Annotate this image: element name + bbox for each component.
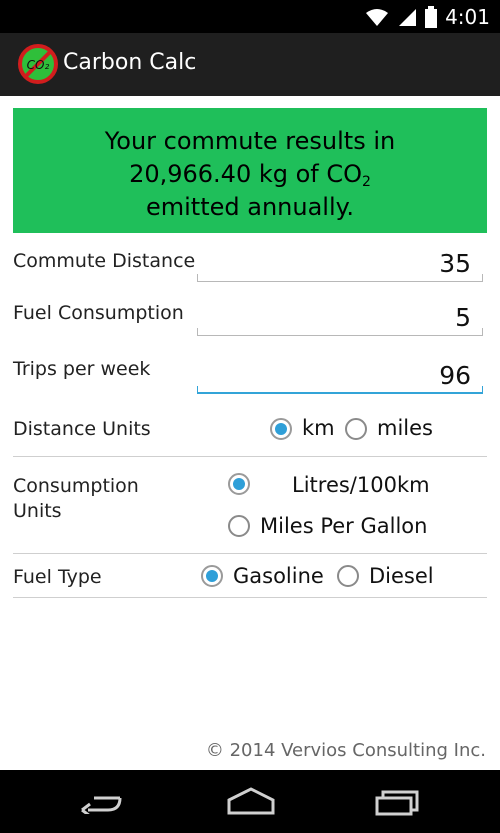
diesel-radio[interactable] (337, 565, 359, 587)
diesel-label[interactable]: Diesel (369, 564, 434, 588)
km-radio[interactable] (270, 418, 292, 440)
status-bar: 4:01 (0, 0, 500, 33)
miles-per-gallon-radio[interactable] (228, 515, 250, 537)
home-icon[interactable] (226, 786, 276, 816)
trips-per-week-underline (197, 386, 483, 394)
trips-per-week-label: Trips per week (13, 358, 151, 380)
battery-icon (425, 6, 438, 28)
fuel-type-label: Fuel Type (13, 566, 102, 588)
divider (13, 553, 487, 554)
fuel-consumption-field[interactable]: 5 (197, 302, 483, 336)
miles-label[interactable]: miles (377, 416, 433, 440)
trips-per-week-field[interactable]: 96 (197, 360, 483, 394)
app-title: Carbon Calc (63, 50, 197, 75)
consumption-units-label: Consumption Units (13, 475, 139, 522)
commute-distance-field[interactable]: 35 (197, 248, 483, 282)
gasoline-radio[interactable] (201, 565, 223, 587)
signal-icon (399, 9, 417, 26)
copyright-text: © 2014 Vervios Consulting Inc. (205, 740, 486, 761)
commute-distance-label: Commute Distance (13, 250, 196, 272)
gasoline-label[interactable]: Gasoline (233, 564, 324, 588)
result-line-1: Your commute results in (104, 127, 396, 155)
result-subscript: 2 (362, 174, 371, 190)
result-banner: Your commute results in 20,966.40 kg of … (13, 108, 487, 233)
divider (13, 597, 487, 598)
wifi-icon (366, 9, 389, 26)
result-line-3: emitted annually. (145, 193, 355, 221)
fuel-consumption-underline (197, 328, 483, 336)
recents-icon[interactable] (375, 790, 419, 816)
action-bar: CO₂ Carbon Calc (0, 33, 500, 96)
miles-per-gallon-label[interactable]: Miles Per Gallon (260, 514, 427, 538)
result-line-2: 20,966.40 kg of CO2 (13, 158, 487, 191)
svg-text:CO₂: CO₂ (27, 58, 50, 72)
status-time: 4:01 (445, 5, 490, 29)
commute-distance-underline (197, 274, 483, 282)
navigation-bar (0, 770, 500, 833)
result-amount: 20,966.40 kg of CO (129, 160, 363, 188)
miles-radio[interactable] (345, 418, 367, 440)
back-icon[interactable] (80, 790, 126, 814)
divider (13, 456, 487, 457)
km-label[interactable]: km (302, 416, 335, 440)
litres-per-100km-radio[interactable] (228, 473, 250, 495)
fuel-consumption-label: Fuel Consumption (13, 302, 184, 324)
distance-units-label: Distance Units (13, 418, 151, 440)
litres-per-100km-label[interactable]: Litres/100km (292, 473, 430, 497)
app-logo-icon[interactable]: CO₂ (18, 44, 58, 84)
status-icons: 4:01 (365, 4, 490, 30)
